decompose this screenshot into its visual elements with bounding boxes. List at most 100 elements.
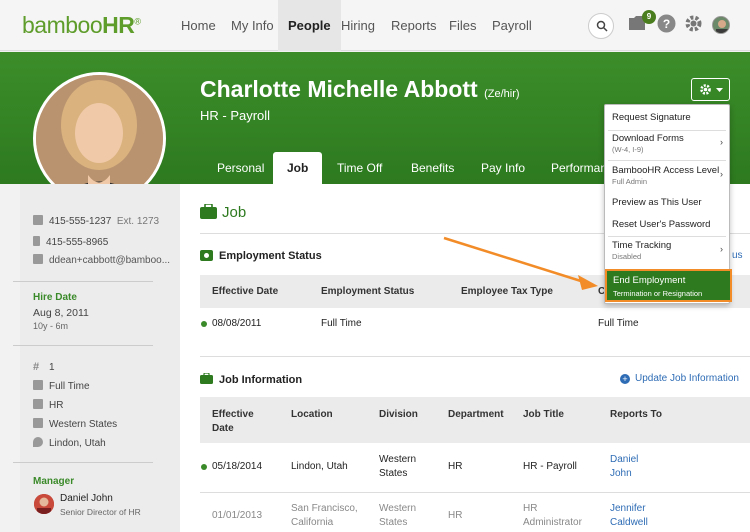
tab-benefits[interactable]: Benefits bbox=[411, 152, 454, 184]
nav-payroll[interactable]: Payroll bbox=[492, 0, 532, 51]
nav-hiring[interactable]: Hiring bbox=[341, 0, 375, 51]
email-address[interactable]: ddean+cabbott@bamboo... bbox=[33, 254, 170, 266]
divider bbox=[200, 356, 750, 357]
current-indicator-dot bbox=[201, 321, 207, 327]
menu-item-preview-as-user[interactable]: Preview as This User bbox=[605, 197, 729, 208]
end-employment-label: End Employment bbox=[613, 275, 686, 286]
column-header[interactable]: Date bbox=[212, 423, 234, 434]
search-icon bbox=[596, 20, 608, 32]
divider bbox=[13, 345, 153, 346]
briefcase-icon bbox=[200, 373, 213, 384]
help-icon[interactable]: ? bbox=[657, 14, 676, 33]
menu-item-end-employment[interactable]: End Employment Termination or Resignatio… bbox=[605, 269, 732, 302]
menu-item-request-signature[interactable]: Request Signature bbox=[605, 112, 729, 123]
reports-to-link[interactable]: Daniel bbox=[610, 454, 638, 465]
nav-files[interactable]: Files bbox=[449, 0, 476, 51]
reports-to-link[interactable]: Caldwell bbox=[610, 517, 648, 528]
job-title-cell: Administrator bbox=[523, 517, 582, 528]
settings-gear-icon[interactable] bbox=[684, 14, 703, 33]
employment-status: Full Time bbox=[33, 380, 90, 392]
user-avatar[interactable] bbox=[712, 16, 730, 34]
manager-name[interactable]: Daniel John bbox=[60, 493, 113, 504]
menu-separator bbox=[608, 160, 726, 161]
manager-label: Manager bbox=[33, 476, 75, 487]
end-employment-sublabel: Termination or Resignation bbox=[613, 289, 703, 298]
chevron-right-icon: › bbox=[720, 244, 723, 254]
nav-people[interactable]: People bbox=[278, 0, 341, 51]
tab-pay-info[interactable]: Pay Info bbox=[481, 152, 525, 184]
envelope-icon bbox=[33, 254, 43, 264]
globe-icon bbox=[33, 418, 43, 428]
employee-number: #1 bbox=[33, 361, 55, 373]
tab-job[interactable]: Job bbox=[273, 152, 323, 184]
employment-status-link-partial[interactable]: us bbox=[732, 250, 743, 261]
nav-reports[interactable]: Reports bbox=[391, 0, 437, 51]
map-pin-icon bbox=[33, 437, 43, 447]
job-division: Western bbox=[379, 503, 417, 514]
employment-status-value: Full Time bbox=[321, 318, 362, 329]
column-header[interactable]: Department bbox=[448, 409, 504, 420]
column-header[interactable]: Employment Status bbox=[321, 286, 414, 297]
mobile-icon bbox=[33, 236, 40, 246]
people-icon bbox=[33, 399, 43, 409]
divider bbox=[200, 492, 750, 493]
gear-icon bbox=[700, 84, 711, 95]
location: Lindon, Utah bbox=[33, 437, 106, 449]
employee-pronouns: (Ze/hir) bbox=[484, 88, 520, 100]
bamboohr-logo[interactable]: bambooHR® bbox=[22, 12, 141, 39]
hire-date: Aug 8, 2011 bbox=[33, 307, 89, 319]
job-department: HR bbox=[448, 461, 463, 472]
reports-to-link[interactable]: Jennifer bbox=[610, 503, 646, 514]
manager-avatar[interactable] bbox=[34, 494, 54, 514]
profile-settings-button[interactable] bbox=[691, 78, 730, 101]
search-button[interactable] bbox=[588, 13, 614, 39]
column-header[interactable]: Effective Date bbox=[212, 286, 278, 297]
employee-name: Charlotte Michelle Abbott (Ze/hir) bbox=[200, 76, 520, 102]
column-header[interactable]: Effective bbox=[212, 409, 254, 420]
nav-my-info[interactable]: My Info bbox=[231, 0, 274, 51]
divider bbox=[13, 462, 153, 463]
employment-effective-date: 08/08/2011 bbox=[212, 318, 262, 329]
plus-circle-icon: + bbox=[620, 374, 630, 384]
menu-separator bbox=[608, 236, 726, 237]
job-information-table-header bbox=[200, 397, 750, 443]
employee-job-title: HR - Payroll bbox=[200, 108, 271, 123]
section-title-job: Job bbox=[222, 204, 247, 221]
column-header[interactable]: Job Title bbox=[523, 409, 564, 420]
building-icon bbox=[33, 215, 43, 225]
column-header[interactable]: Reports To bbox=[610, 409, 662, 420]
job-division: States bbox=[379, 517, 408, 528]
reports-to-link[interactable]: John bbox=[610, 468, 632, 479]
menu-item-download-forms[interactable]: Download Forms (W-4, I-9) › bbox=[605, 133, 729, 154]
menu-item-reset-password[interactable]: Reset User's Password bbox=[605, 219, 729, 230]
work-phone: 415-555-1237 Ext. 1273 bbox=[33, 215, 159, 227]
menu-item-time-tracking[interactable]: Time Tracking Disabled › bbox=[605, 240, 729, 261]
job-division: States bbox=[379, 468, 408, 479]
caret-down-icon bbox=[716, 88, 723, 92]
job-effective-date: 01/01/2013 bbox=[212, 510, 263, 521]
tab-time-off[interactable]: Time Off bbox=[337, 152, 382, 184]
department: HR bbox=[33, 399, 63, 411]
column-header[interactable]: Employee Tax Type bbox=[461, 286, 553, 297]
division: Western States bbox=[33, 418, 117, 430]
update-job-information-link[interactable]: + Update Job Information bbox=[620, 373, 739, 384]
job-information-title: Job Information bbox=[219, 374, 303, 386]
job-effective-date: 05/18/2014 bbox=[212, 461, 263, 472]
menu-item-access-level[interactable]: BambooHR Access Level Full Admin › bbox=[605, 165, 729, 186]
tab-personal[interactable]: Personal bbox=[217, 152, 264, 184]
employment-status-title: Employment Status bbox=[219, 250, 322, 262]
manager-title: Senior Director of HR bbox=[60, 507, 141, 517]
briefcase-icon bbox=[200, 204, 217, 219]
column-header[interactable]: Location bbox=[291, 409, 333, 420]
nav-home[interactable]: Home bbox=[181, 0, 216, 51]
inbox-count-badge: 9 bbox=[642, 10, 656, 24]
job-location: Lindon, Utah bbox=[291, 461, 348, 472]
hash-icon: # bbox=[33, 361, 40, 373]
job-location: San Francisco, bbox=[291, 503, 358, 514]
job-title-cell: HR bbox=[523, 503, 538, 514]
column-header[interactable]: Division bbox=[379, 409, 418, 420]
current-indicator-dot bbox=[201, 464, 207, 470]
job-location: California bbox=[291, 517, 334, 528]
top-navigation-bar: bambooHR® Home My Info People Hiring Rep… bbox=[0, 0, 750, 51]
job-title-cell: HR - Payroll bbox=[523, 461, 577, 472]
